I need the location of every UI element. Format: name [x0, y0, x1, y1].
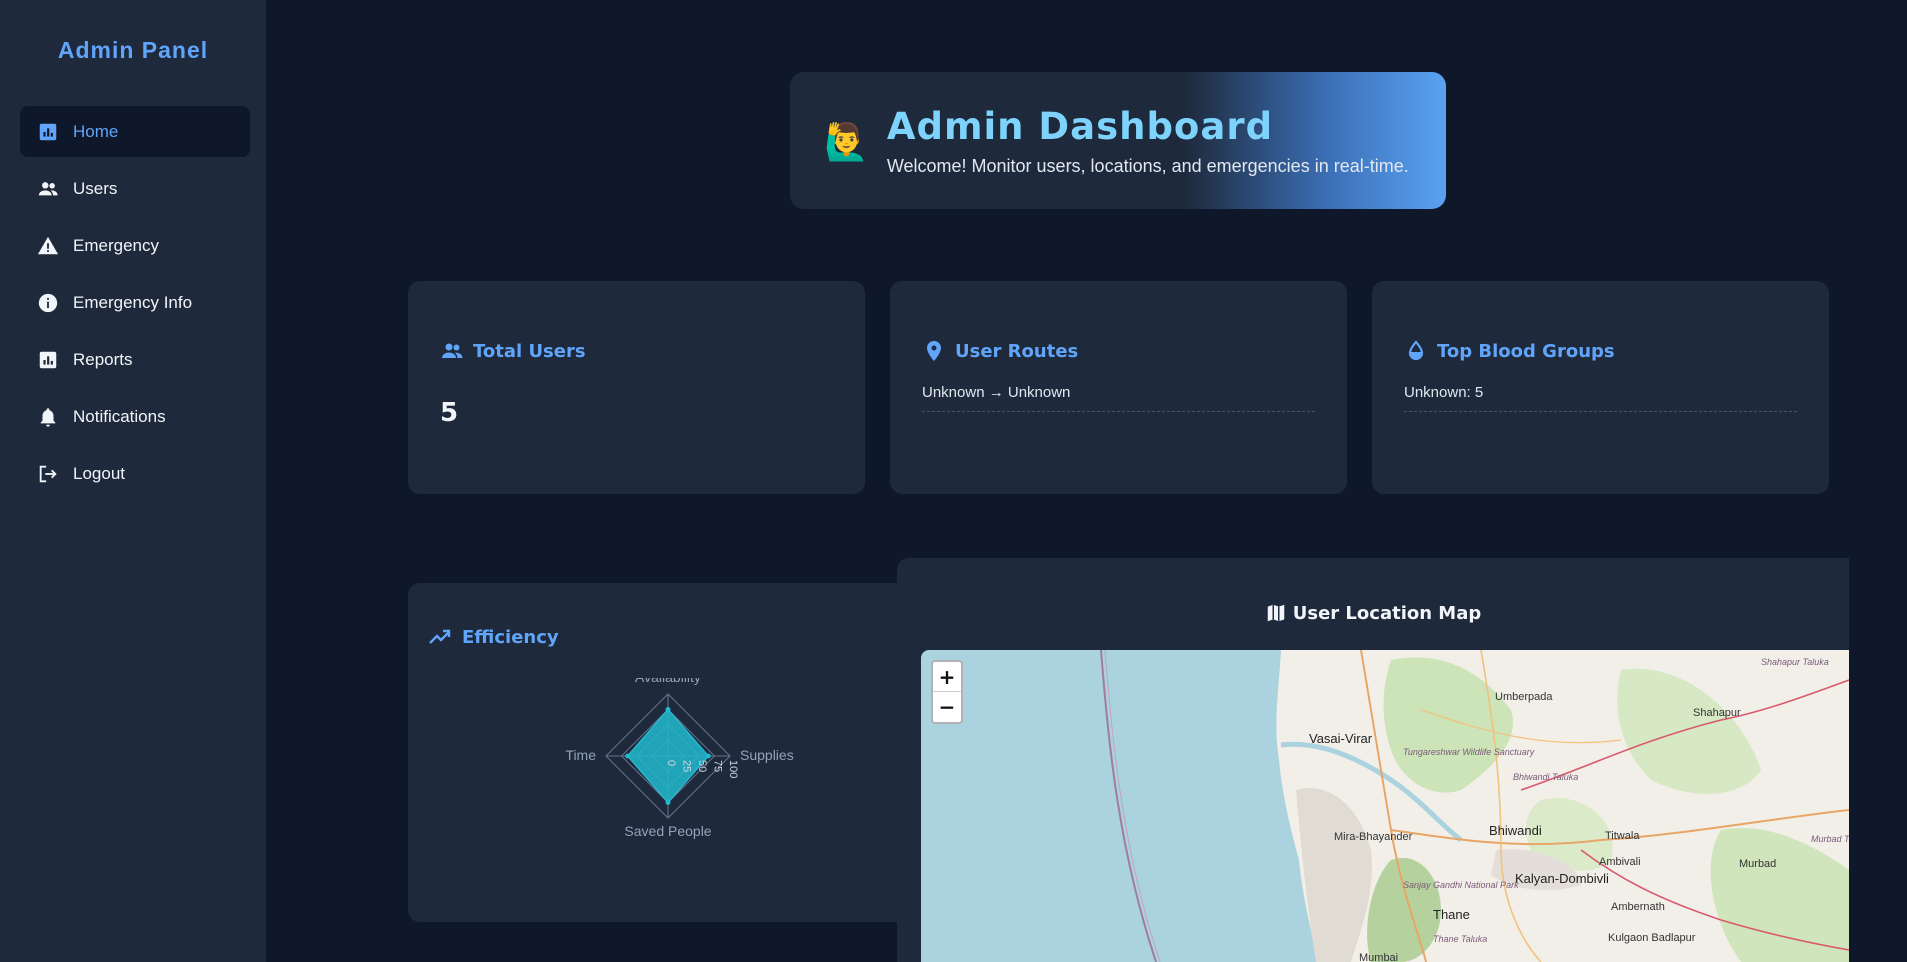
card-title: Total Users: [473, 340, 586, 362]
map-tiles: Vasai-Virar Mira-Bhayander Thane Mumbai …: [1100, 650, 1849, 962]
sidebar-item-home[interactable]: Home: [20, 106, 250, 157]
radar-tick-label: 75: [712, 760, 724, 772]
map-label: Shahapur: [1693, 707, 1741, 719]
sidebar-nav: Home Users Emergency Emergency Info Repo…: [20, 106, 250, 505]
dashboard-header: 🙋‍♂️ Admin Dashboard Welcome! Monitor us…: [790, 72, 1446, 209]
radar-axis-label: Saved People: [624, 823, 711, 839]
users-icon: [37, 178, 59, 200]
efficiency-radar-chart: 0 2550 75100 Availability Supplies Saved Peop…: [565, 678, 794, 839]
map-label: Ambivali: [1599, 856, 1641, 868]
efficiency-title: Efficiency: [462, 626, 559, 648]
radar-point: [705, 753, 711, 759]
blood-group-item: Unknown: 5: [1404, 384, 1797, 412]
route-item: Unknown → Unknown: [922, 384, 1315, 412]
map-label: Shahapur Taluka: [1761, 657, 1829, 667]
sidebar-item-label: Emergency Info: [73, 292, 193, 312]
bell-icon: [37, 406, 59, 428]
radar-point: [625, 753, 631, 759]
efficiency-card: Efficiency 0 2550 75100 Availability Supplie…: [408, 583, 908, 922]
map-label: Bhiwandi Taluka: [1513, 772, 1578, 782]
sidebar: Admin Panel Home Users Emergency Emergen…: [0, 0, 266, 962]
radar-tick-label: 50: [696, 760, 708, 772]
users-icon: [442, 343, 463, 358]
radar-tick-label: 0: [665, 760, 677, 766]
total-users-card: Total Users 5: [408, 281, 865, 494]
map-label: Titwala: [1605, 830, 1640, 842]
radar-axis-label: Availability: [635, 678, 701, 685]
sidebar-item-notifications[interactable]: Notifications: [20, 391, 250, 442]
radar-point: [665, 800, 671, 805]
map-label: Tungareshwar Wildlife Sanctuary: [1403, 747, 1535, 757]
location-pin-icon: [927, 341, 941, 361]
map-icon: [1267, 604, 1284, 622]
radar-series-area: [626, 708, 710, 804]
page-title: Admin Dashboard: [886, 104, 1274, 148]
radar-tick-label: 25: [681, 760, 693, 772]
sidebar-item-label: Notifications: [73, 406, 166, 426]
sidebar-item-users[interactable]: Users: [20, 163, 250, 214]
sidebar-item-emergency[interactable]: Emergency: [20, 220, 250, 271]
total-users-value: 5: [440, 398, 459, 428]
user-location-map[interactable]: + − Vasai-Virar Mira-Bhayander Thane Mum…: [921, 650, 1849, 962]
map-label: Kulgaon Badlapur: [1608, 932, 1696, 944]
radar-axis-label: Supplies: [740, 747, 794, 763]
map-label: Ambernath: [1611, 901, 1665, 913]
sidebar-item-emergency-info[interactable]: Emergency Info: [20, 277, 250, 328]
warning-icon: [37, 235, 59, 257]
user-location-map-panel: User Location Map + − Vasai-Virar Mira-B…: [897, 558, 1849, 962]
report-icon: [37, 349, 59, 371]
trend-icon: [429, 629, 451, 644]
map-label: Kalyan-Dombivli: [1515, 871, 1609, 886]
person-raising-hand-icon: 🙋‍♂️: [824, 120, 869, 162]
map-label: Mira-Bhayander: [1334, 831, 1413, 843]
drop-icon: [1408, 340, 1424, 361]
brand-title: Admin Panel: [57, 37, 209, 63]
radar-point: [665, 707, 671, 712]
sidebar-item-label: Users: [73, 178, 118, 198]
user-routes-card: User Routes Unknown → Unknown: [890, 281, 1347, 494]
map-title: User Location Map: [1292, 602, 1482, 624]
blood-groups-card: Top Blood Groups Unknown: 5: [1372, 281, 1829, 494]
zoom-in-button[interactable]: +: [933, 662, 961, 692]
bar-chart-icon: [37, 121, 59, 143]
zoom-control: + −: [931, 660, 963, 724]
logout-icon: [37, 463, 59, 485]
map-label: Thane: [1433, 907, 1470, 922]
map-label: Bhiwandi: [1489, 823, 1542, 838]
sidebar-item-label: Home: [73, 121, 119, 141]
sidebar-item-label: Reports: [73, 349, 133, 369]
map-label: Mumbai: [1359, 952, 1398, 962]
sidebar-item-reports[interactable]: Reports: [20, 334, 250, 385]
info-icon: [37, 292, 59, 314]
map-label: Vasai-Virar: [1309, 731, 1373, 746]
map-label: Murbad Taluka: [1811, 834, 1849, 844]
card-title: Top Blood Groups: [1437, 340, 1615, 362]
map-label: Thane Taluka: [1433, 934, 1487, 944]
map-label: Murbad: [1739, 858, 1776, 870]
map-label: Umberpada: [1495, 691, 1553, 703]
sidebar-item-logout[interactable]: Logout: [20, 448, 250, 499]
card-title: User Routes: [955, 340, 1079, 362]
sidebar-item-label: Emergency: [73, 235, 159, 255]
radar-tick-label: 100: [727, 760, 739, 778]
sidebar-item-label: Logout: [73, 463, 125, 483]
map-label: Sanjay Gandhi National Park: [1403, 880, 1519, 890]
radar-axis-label: Time: [565, 747, 596, 763]
zoom-out-button[interactable]: −: [933, 692, 961, 722]
page-subtitle: Welcome! Monitor users, locations, and e…: [886, 155, 1409, 176]
